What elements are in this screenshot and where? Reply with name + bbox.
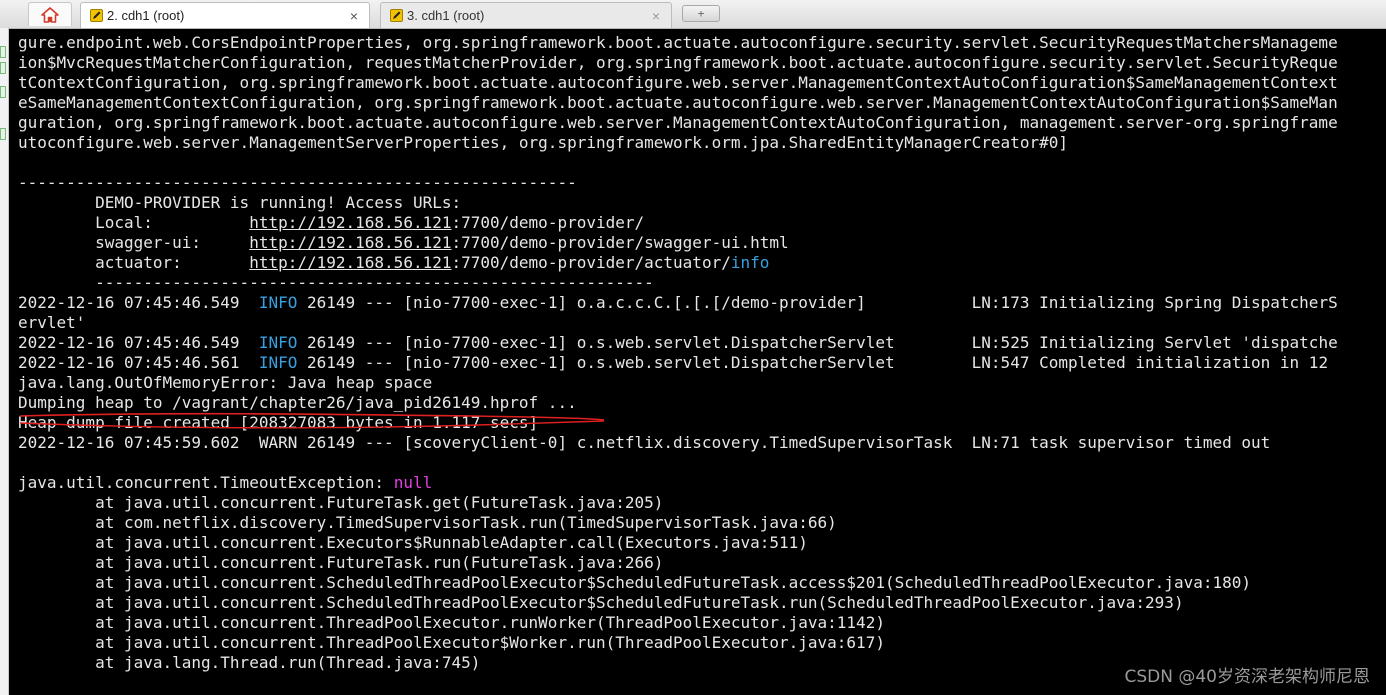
- terminal-line: eSameManagementContextConfiguration, org…: [18, 93, 1338, 112]
- log-line-wrap: ervlet': [18, 313, 86, 332]
- exception-type: java.util.concurrent.TimeoutException:: [18, 473, 394, 492]
- tab-close-button[interactable]: ×: [647, 8, 665, 24]
- log-timestamp: 2022-12-16 07:45:46.549: [18, 333, 259, 352]
- exception-line: java.util.concurrent.TimeoutException: n…: [18, 473, 1386, 493]
- stack-frame: at com.netflix.discovery.TimedSupervisor…: [18, 513, 837, 532]
- banner-running: DEMO-PROVIDER is running! Access URLs:: [18, 193, 462, 212]
- banner-local: Local: http://192.168.56.121:7700/demo-p…: [18, 213, 1386, 233]
- log-timestamp: 2022-12-16 07:45:46.561: [18, 353, 259, 372]
- banner-swagger: swagger-ui: http://192.168.56.121:7700/d…: [18, 233, 1386, 253]
- banner-actuator: actuator: http://192.168.56.121:7700/dem…: [18, 253, 1386, 273]
- stack-frame: at java.util.concurrent.FutureTask.run(F…: [18, 553, 664, 572]
- tab-label: 3. cdh1 (root): [407, 8, 485, 23]
- stack-frame: at java.util.concurrent.ThreadPoolExecut…: [18, 613, 885, 632]
- log-level: INFO: [258, 293, 298, 312]
- url-path: :7700/demo-provider/actuator/: [451, 253, 731, 272]
- terminal-line: tContextConfiguration, org.springframewo…: [18, 73, 1338, 92]
- local-url-link[interactable]: http://192.168.56.121: [249, 213, 451, 232]
- tab-session-3[interactable]: 3. cdh1 (root) ×: [380, 2, 672, 28]
- tab-label: 2. cdh1 (root): [107, 8, 185, 23]
- marker-icon: [0, 46, 6, 58]
- url-path-info: info: [730, 253, 770, 272]
- url-path: :7700/demo-provider/swagger-ui.html: [451, 233, 789, 252]
- stack-frame: at java.util.concurrent.ThreadPoolExecut…: [18, 633, 885, 652]
- stack-frame: at java.util.concurrent.ScheduledThreadP…: [18, 573, 1251, 592]
- banner-label: swagger-ui:: [18, 233, 250, 252]
- home-tab[interactable]: [28, 2, 72, 26]
- log-level: INFO: [258, 353, 298, 372]
- home-icon: [41, 6, 59, 23]
- log-message: 26149 --- [nio-7700-exec-1] o.s.web.serv…: [297, 353, 1338, 372]
- pencil-icon: [89, 9, 103, 23]
- terminal-output[interactable]: gure.endpoint.web.CorsEndpointProperties…: [18, 33, 1386, 695]
- banner-label: Local:: [18, 213, 250, 232]
- banner-divider: ----------------------------------------…: [18, 273, 654, 292]
- null-keyword: null: [393, 473, 433, 492]
- watermark: CSDN @40岁资深老架构师尼恩: [1124, 667, 1370, 687]
- banner-divider: ----------------------------------------…: [18, 173, 577, 192]
- heap-dump-line: Dumping heap to /vagrant/chapter26/java_…: [18, 393, 577, 412]
- banner-label: actuator:: [18, 253, 250, 272]
- marker-icon: [0, 86, 6, 98]
- stack-frame: at java.util.concurrent.ScheduledThreadP…: [18, 593, 1184, 612]
- log-message: 26149 --- [nio-7700-exec-1] o.a.c.c.C.[.…: [297, 293, 1338, 312]
- terminal-line: gure.endpoint.web.CorsEndpointProperties…: [18, 33, 1338, 52]
- pencil-icon: [389, 9, 403, 23]
- tab-close-button[interactable]: ×: [345, 8, 363, 24]
- swagger-url-link[interactable]: http://192.168.56.121: [249, 233, 451, 252]
- log-timestamp: 2022-12-16 07:45:46.549: [18, 293, 259, 312]
- tab-session-2[interactable]: 2. cdh1 (root) ×: [80, 2, 370, 28]
- left-gutter: [0, 28, 9, 695]
- actuator-url-link[interactable]: http://192.168.56.121: [249, 253, 451, 272]
- stack-frame: at java.util.concurrent.FutureTask.get(F…: [18, 493, 664, 512]
- terminal-line: guration, org.springframework.boot.actua…: [18, 113, 1338, 132]
- log-line: 2022-12-16 07:45:46.549 INFO 26149 --- […: [18, 333, 1386, 353]
- log-level: INFO: [258, 333, 298, 352]
- new-tab-button[interactable]: +: [682, 5, 720, 22]
- plus-icon: +: [697, 7, 705, 20]
- marker-icon: [0, 62, 6, 74]
- terminal-line: utoconfigure.web.server.ManagementServer…: [18, 133, 1068, 152]
- oom-error-line: java.lang.OutOfMemoryError: Java heap sp…: [18, 373, 433, 392]
- log-message: 26149 --- [nio-7700-exec-1] o.s.web.serv…: [297, 333, 1338, 352]
- url-path: :7700/demo-provider/: [451, 213, 645, 232]
- marker-icon: [0, 128, 6, 140]
- log-line: 2022-12-16 07:45:46.549 INFO 26149 --- […: [18, 293, 1386, 313]
- tab-bar: 2. cdh1 (root) × 3. cdh1 (root) × +: [0, 0, 1386, 29]
- log-line: 2022-12-16 07:45:46.561 INFO 26149 --- […: [18, 353, 1386, 373]
- heap-created-line: Heap dump file created [208327083 bytes …: [18, 413, 539, 432]
- warn-log-line: 2022-12-16 07:45:59.602 WARN 26149 --- […: [18, 433, 1271, 452]
- stack-frame: at java.util.concurrent.Executors$Runnab…: [18, 533, 808, 552]
- terminal-line: ion$MvcRequestMatcherConfiguration, requ…: [18, 53, 1338, 72]
